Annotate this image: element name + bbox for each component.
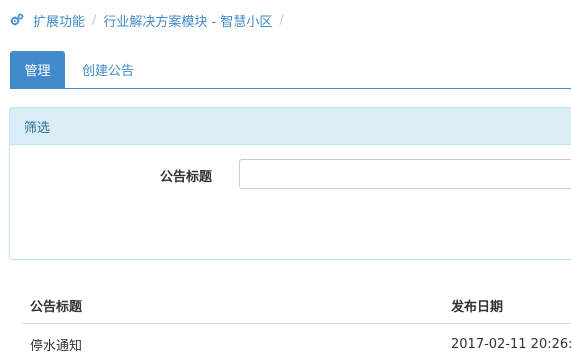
notice-title-input[interactable] [239, 159, 571, 189]
cell-notice-title: 停水通知 [30, 338, 83, 354]
page: 扩展功能 / 行业解决方案模块 - 智慧小区 / 管理 创建公告 筛选 公告标题… [0, 0, 571, 364]
filter-panel-heading: 筛选 [10, 108, 571, 145]
table-header: 公告标题 发布日期 [22, 288, 571, 324]
breadcrumb-separator: / [279, 12, 284, 28]
filter-panel: 筛选 公告标题 [9, 107, 571, 260]
column-header-date[interactable]: 发布日期 [451, 288, 503, 323]
breadcrumb: 扩展功能 / 行业解决方案模块 - 智慧小区 / [10, 10, 291, 30]
breadcrumb-item-smart-community[interactable]: 行业解决方案模块 - 智慧小区 [103, 11, 272, 30]
tab-manage[interactable]: 管理 [10, 51, 65, 88]
notice-table: 公告标题 发布日期 停水通知 2017-02-11 20:26:25 [22, 288, 571, 364]
breadcrumb-item-extensions[interactable]: 扩展功能 [33, 11, 85, 30]
breadcrumb-separator: / [92, 12, 97, 28]
column-header-title[interactable]: 公告标题 [30, 288, 82, 323]
tab-create-notice[interactable]: 创建公告 [65, 51, 151, 88]
notice-title-label: 公告标题 [160, 170, 213, 185]
cell-publish-date: 2017-02-11 20:26:25 [451, 336, 571, 352]
cogs-icon [10, 13, 24, 27]
table-row[interactable]: 停水通知 2017-02-11 20:26:25 [22, 324, 571, 364]
tab-bar: 管理 创建公告 [10, 51, 571, 89]
